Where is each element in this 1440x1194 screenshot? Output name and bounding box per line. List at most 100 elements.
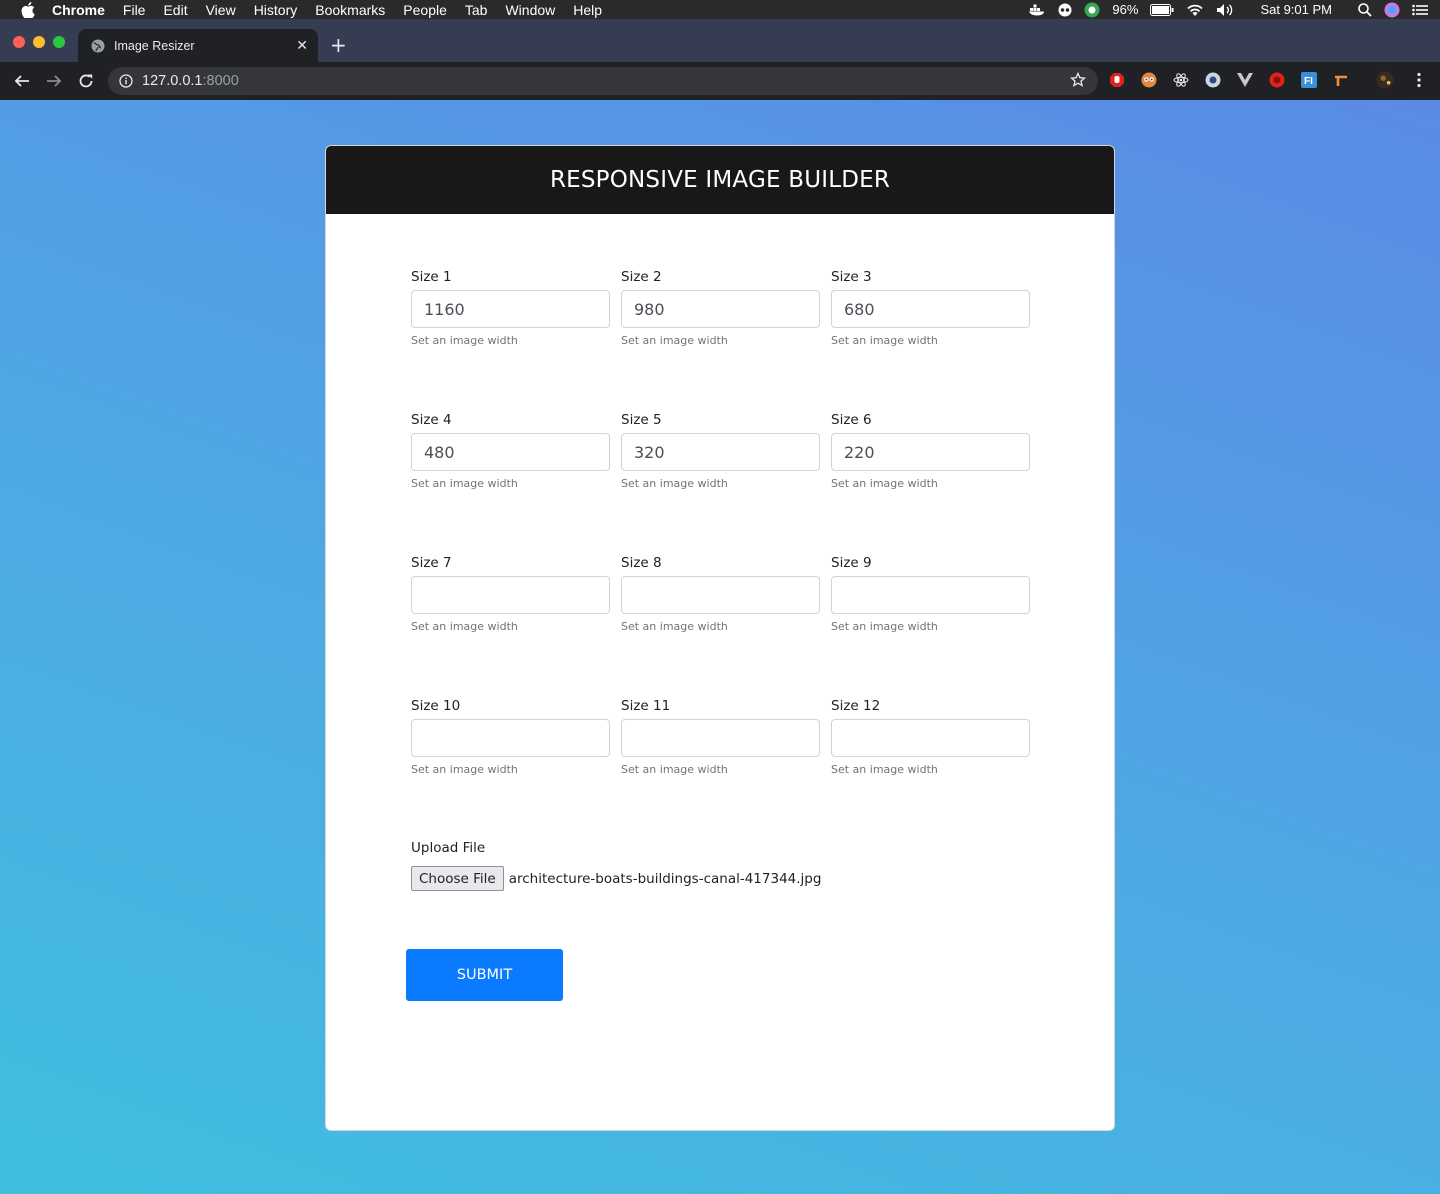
battery-icon[interactable] xyxy=(1150,3,1174,16)
info-icon[interactable] xyxy=(119,74,133,88)
clock[interactable]: Sat 9:01 PM xyxy=(1260,2,1332,17)
size-field-8: Size 8 Set an image width xyxy=(621,554,821,635)
owl-extension-icon[interactable] xyxy=(1140,71,1158,89)
orange-extension-icon[interactable] xyxy=(1332,71,1350,89)
menu-window[interactable]: Window xyxy=(505,2,555,18)
docker-icon[interactable] xyxy=(1028,4,1046,16)
size-field-7: Size 7 Set an image width xyxy=(411,554,611,635)
size-input-4[interactable] xyxy=(411,433,610,471)
menu-edit[interactable]: Edit xyxy=(163,2,187,18)
volume-icon[interactable] xyxy=(1216,3,1236,17)
battery-percent: 96% xyxy=(1112,2,1139,17)
menu-view[interactable]: View xyxy=(206,2,236,18)
spotlight-icon[interactable] xyxy=(1358,2,1372,17)
menu-tab[interactable]: Tab xyxy=(465,2,488,18)
url-host: 127.0.0.1 xyxy=(142,73,203,89)
size-label: Size 7 xyxy=(411,555,452,571)
size-hint: Set an image width xyxy=(621,477,728,490)
size-input-6[interactable] xyxy=(831,433,1030,471)
page-title: RESPONSIVE IMAGE BUILDER xyxy=(549,167,891,193)
size-label: Size 1 xyxy=(411,269,452,285)
maximize-window-button[interactable] xyxy=(53,36,65,48)
size-label: Size 4 xyxy=(411,412,452,428)
size-label: Size 10 xyxy=(411,698,461,714)
menu-bookmarks[interactable]: Bookmarks xyxy=(315,2,385,18)
choose-file-button[interactable]: Choose File xyxy=(411,866,504,891)
size-field-10: Size 10 Set an image width xyxy=(411,697,611,778)
card-header: RESPONSIVE IMAGE BUILDER xyxy=(326,146,1114,214)
vue-devtools-icon[interactable] xyxy=(1236,71,1254,89)
size-row: Size 7 Set an image width Size 8 Set an … xyxy=(411,554,1031,635)
profile-avatar[interactable] xyxy=(1376,71,1394,89)
size-row: Size 10 Set an image width Size 11 Set a… xyxy=(411,697,1031,778)
form-card: RESPONSIVE IMAGE BUILDER Size 1 Set an i… xyxy=(325,145,1115,1131)
size-field-12: Size 12 Set an image width xyxy=(831,697,1031,778)
size-input-12[interactable] xyxy=(831,719,1030,757)
size-hint: Set an image width xyxy=(831,477,938,490)
fi-extension-icon[interactable]: FI xyxy=(1300,71,1318,89)
notification-center-icon[interactable] xyxy=(1412,4,1428,16)
url-port: :8000 xyxy=(202,73,239,89)
size-field-9: Size 9 Set an image width xyxy=(831,554,1031,635)
ring-extension-icon[interactable] xyxy=(1204,71,1222,89)
size-input-1[interactable] xyxy=(411,290,610,328)
new-tab-button[interactable]: + xyxy=(330,33,347,57)
svg-text:FI: FI xyxy=(1304,76,1313,87)
size-label: Size 5 xyxy=(621,412,662,428)
menu-file[interactable]: File xyxy=(123,2,146,18)
size-input-7[interactable] xyxy=(411,576,610,614)
size-hint: Set an image width xyxy=(621,763,728,776)
size-label: Size 2 xyxy=(621,269,662,285)
size-input-9[interactable] xyxy=(831,576,1030,614)
size-input-11[interactable] xyxy=(621,719,820,757)
forward-button[interactable] xyxy=(44,71,64,91)
size-hint: Set an image width xyxy=(411,334,518,347)
size-fields-grid: Size 1 Set an image width Size 2 Set an … xyxy=(411,268,1031,840)
url-text: 127.0.0.1:8000 xyxy=(142,73,239,89)
close-window-button[interactable] xyxy=(13,36,25,48)
menu-help[interactable]: Help xyxy=(573,2,602,18)
close-tab-icon[interactable]: ✕ xyxy=(296,37,308,54)
size-field-4: Size 4 Set an image width xyxy=(411,411,611,492)
size-hint: Set an image width xyxy=(831,620,938,633)
size-input-2[interactable] xyxy=(621,290,820,328)
size-hint: Set an image width xyxy=(621,620,728,633)
size-hint: Set an image width xyxy=(621,334,728,347)
sync-icon[interactable] xyxy=(1084,2,1100,18)
macos-menubar: Chrome File Edit View History Bookmarks … xyxy=(0,0,1440,19)
chrome-menu-icon[interactable] xyxy=(1410,71,1428,89)
size-input-10[interactable] xyxy=(411,719,610,757)
tab-image-resizer[interactable]: Image Resizer ✕ xyxy=(78,29,318,62)
address-bar[interactable]: 127.0.0.1:8000 xyxy=(108,67,1098,95)
wifi-icon[interactable] xyxy=(1186,3,1204,17)
size-label: Size 6 xyxy=(831,412,872,428)
apple-icon[interactable] xyxy=(20,1,36,18)
record-extension-icon[interactable] xyxy=(1268,71,1286,89)
menu-people[interactable]: People xyxy=(403,2,447,18)
globe-icon xyxy=(91,39,105,53)
size-row: Size 4 Set an image width Size 5 Set an … xyxy=(411,411,1031,492)
adblock-extension-icon[interactable] xyxy=(1108,71,1126,89)
glasses-icon[interactable] xyxy=(1058,3,1072,17)
menu-history[interactable]: History xyxy=(254,2,298,18)
back-button[interactable] xyxy=(12,71,32,91)
file-input: Choose File architecture-boats-buildings… xyxy=(411,866,821,891)
size-input-8[interactable] xyxy=(621,576,820,614)
submit-button[interactable]: SUBMIT xyxy=(406,949,563,1001)
siri-icon[interactable] xyxy=(1384,2,1400,18)
selected-file-name: architecture-boats-buildings-canal-41734… xyxy=(508,870,822,887)
size-field-11: Size 11 Set an image width xyxy=(621,697,821,778)
bookmark-star-icon[interactable] xyxy=(1070,72,1086,88)
size-field-5: Size 5 Set an image width xyxy=(621,411,821,492)
tab-title: Image Resizer xyxy=(114,38,195,53)
react-devtools-icon[interactable] xyxy=(1172,71,1190,89)
menu-chrome[interactable]: Chrome xyxy=(52,2,105,18)
size-label: Size 8 xyxy=(621,555,662,571)
size-input-5[interactable] xyxy=(621,433,820,471)
size-row: Size 1 Set an image width Size 2 Set an … xyxy=(411,268,1031,349)
size-field-1: Size 1 Set an image width xyxy=(411,268,611,349)
size-input-3[interactable] xyxy=(831,290,1030,328)
minimize-window-button[interactable] xyxy=(33,36,45,48)
upload-label: Upload File xyxy=(411,840,486,856)
reload-button[interactable] xyxy=(76,71,96,91)
